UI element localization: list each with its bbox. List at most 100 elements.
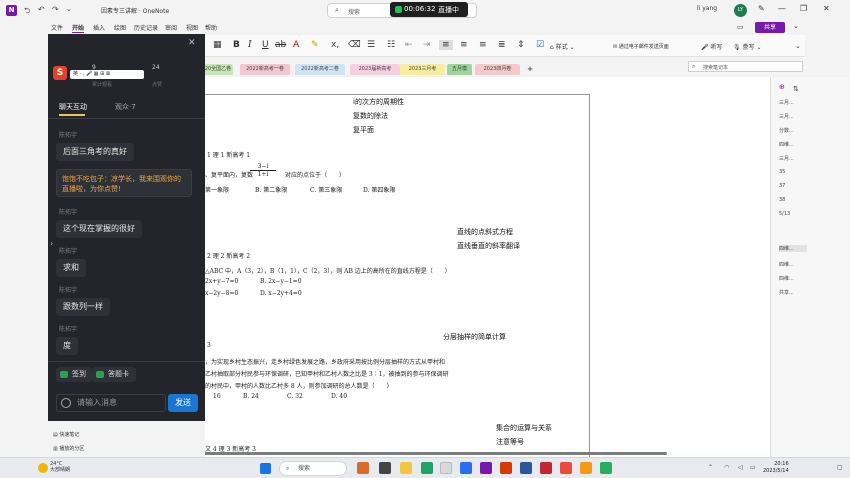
bold-icon[interactable]: B — [233, 40, 240, 50]
italic-icon[interactable]: I — [248, 40, 252, 50]
windows-start-icon[interactable] — [260, 463, 271, 474]
outdent-icon[interactable]: ⇤ — [405, 40, 413, 50]
section-tab[interactable]: 2023三月考 — [400, 64, 445, 75]
section-tab[interactable]: 2022新高考二卷 — [295, 64, 345, 75]
note-canvas[interactable]: i的次方的周期性 复数的除法 复平面 1 理 1 新高考 1 、复平面内，复数 … — [205, 77, 780, 457]
close-icon[interactable]: ✕ — [188, 38, 196, 48]
share-button[interactable]: 共享 — [755, 22, 785, 33]
numbering-icon[interactable]: ☷ — [387, 40, 395, 50]
restore-icon[interactable]: ❐ — [800, 4, 807, 13]
paste-icon[interactable]: ▦ — [213, 40, 222, 50]
close-icon[interactable]: ✕ — [823, 4, 830, 13]
strikethrough-icon[interactable]: ab — [275, 40, 286, 50]
check-icon[interactable]: ☑ — [536, 40, 544, 50]
chevron-up-icon[interactable]: ⌃ — [708, 464, 713, 471]
pen-icon[interactable]: ✎ — [758, 4, 765, 13]
section-tab[interactable]: 2023届新高考 — [350, 64, 400, 75]
word-icon[interactable] — [520, 462, 532, 474]
clear-format-icon[interactable]: ⌫ — [348, 40, 361, 50]
task-view-icon[interactable] — [379, 462, 391, 474]
battery-icon[interactable]: ▭ — [750, 464, 756, 471]
clock[interactable]: 20:16 2023/5/14 — [763, 461, 789, 475]
highlight-icon[interactable]: ✎ — [311, 40, 319, 50]
redo-icon[interactable]: ↷ — [52, 5, 59, 14]
font-color-icon[interactable]: A — [293, 40, 299, 50]
wps-icon[interactable] — [540, 462, 552, 474]
menu-draw[interactable]: 绘图 — [114, 23, 126, 32]
sections-link[interactable]: ▥ 播放的分区 — [53, 445, 84, 452]
recording-indicator[interactable]: 00:06:32 直播中 — [390, 2, 468, 17]
add-section-button[interactable]: + — [523, 64, 537, 75]
align-right-icon[interactable]: ≡ — [479, 40, 487, 50]
add-page-icon[interactable]: ⊕ — [779, 83, 785, 91]
align-left-icon[interactable]: ≡ — [439, 40, 453, 50]
comment-icon[interactable]: ▭ — [737, 23, 744, 31]
quick-notes-link[interactable]: ▤ 快速笔记 — [53, 431, 79, 438]
customize-icon[interactable]: ⌄ — [66, 5, 72, 13]
volume-icon[interactable]: ◁ — [738, 464, 743, 471]
checkin-button[interactable]: 签到 — [56, 367, 92, 382]
page-item[interactable]: 四维... — [779, 261, 794, 268]
indent-icon[interactable]: ⇥ — [423, 40, 431, 50]
page-item[interactable]: 三月... — [779, 155, 794, 162]
align-center-icon[interactable]: ≡ — [460, 40, 468, 50]
file-explorer-icon[interactable] — [400, 462, 412, 474]
tab-viewers[interactable]: 观众·7 — [115, 102, 136, 112]
sort-icon[interactable]: ⇅ — [793, 85, 799, 93]
minimize-icon[interactable]: — — [778, 4, 786, 13]
chat-input[interactable]: 请输入消息 — [56, 394, 166, 412]
page-item[interactable]: 35 — [779, 169, 785, 175]
undo-icon[interactable]: ↶ — [38, 5, 45, 14]
emoji-icon[interactable] — [61, 398, 71, 408]
app-icon[interactable] — [560, 462, 572, 474]
page-item[interactable]: 38 — [779, 197, 785, 203]
page-item[interactable]: 四维... — [779, 141, 794, 148]
widgets-icon[interactable] — [357, 462, 369, 474]
user-name[interactable]: li yang — [697, 5, 717, 12]
taskbar-search[interactable]: ⌕ 搜索 — [279, 461, 347, 476]
chevron-right-icon[interactable]: › — [50, 239, 53, 248]
page-item-selected[interactable]: 四维... — [779, 245, 807, 252]
answer-card-button[interactable]: 答题卡 — [92, 367, 136, 382]
tab-chat[interactable]: 聊天互动 — [59, 102, 87, 112]
app-icon[interactable] — [460, 462, 472, 474]
section-tab-active[interactable]: 五月模 — [447, 64, 472, 75]
notebook-search[interactable]: ⌕ 搜索笔记本 — [688, 61, 803, 72]
dictate-button[interactable]: 🎤 听写 — [701, 42, 722, 51]
wifi-icon[interactable]: ◠ — [724, 464, 729, 471]
menu-review[interactable]: 审阅 — [165, 23, 177, 32]
menu-insert[interactable]: 插入 — [93, 23, 105, 32]
avatar[interactable]: LY — [734, 4, 747, 17]
app-icon[interactable] — [580, 462, 592, 474]
line-spacing-icon[interactable]: ⇕ — [517, 40, 525, 50]
page-item[interactable]: 5/13 — [779, 211, 790, 217]
transcribe-button[interactable]: 🎙 誊写 ⌄ — [733, 42, 761, 51]
section-tab[interactable]: 20全国乙卷 — [203, 64, 233, 75]
email-page-button[interactable]: ✉ 通过电子邮件发送页面 — [613, 43, 669, 50]
subscript-icon[interactable]: x, — [331, 40, 339, 50]
menu-view[interactable]: 视图 — [186, 23, 198, 32]
section-tab[interactable]: 2022新高考一卷 — [240, 64, 290, 75]
page-item[interactable]: 37 — [779, 183, 785, 189]
justify-icon[interactable]: ≣ — [498, 40, 506, 50]
page-item[interactable]: 三月... — [779, 99, 794, 106]
underline-icon[interactable]: U — [262, 40, 269, 50]
weather-widget[interactable]: 24°C 大部晴朗 — [50, 461, 70, 473]
menu-file[interactable]: 文件 — [51, 23, 63, 32]
section-tab[interactable]: 2023四月卷 — [475, 64, 520, 75]
styles-button[interactable]: ⌂ 样式 ⌄ — [550, 42, 575, 51]
store-icon[interactable] — [440, 462, 452, 474]
notification-icon[interactable]: ▢ — [837, 464, 843, 471]
back-icon[interactable]: ⮌ — [24, 5, 30, 19]
more-icon[interactable]: ⌄ — [793, 22, 799, 30]
send-button[interactable]: 发送 — [168, 394, 198, 412]
scroll-thumb[interactable] — [172, 452, 667, 455]
onenote-taskbar-icon[interactable] — [480, 462, 492, 474]
page-item[interactable]: 三月... — [779, 113, 794, 120]
menu-home[interactable]: 开始 — [72, 23, 85, 33]
page-item[interactable]: 四维... — [779, 275, 794, 282]
edge-icon[interactable] — [421, 462, 433, 474]
bullets-icon[interactable]: ☰ — [367, 40, 375, 50]
ime-toolbar[interactable]: 英 · , 🎤 ▦ ⊞ ⊠ — [70, 70, 144, 79]
app-icon[interactable] — [600, 462, 612, 474]
